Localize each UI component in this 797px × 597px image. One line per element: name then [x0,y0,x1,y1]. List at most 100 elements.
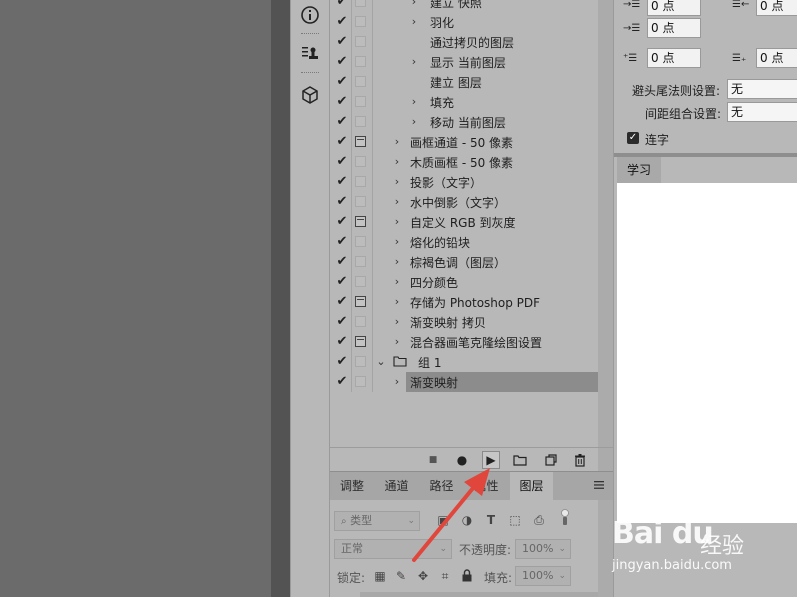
chevron-right-icon[interactable]: › [392,135,402,148]
chevron-right-icon[interactable]: › [409,0,419,8]
toggle-check-icon[interactable]: ✔ [334,234,350,250]
dialog-toggle-icon[interactable] [355,216,366,227]
lock-pixels-brush-icon[interactable]: ✎ [394,569,408,583]
dialog-toggle-icon[interactable] [355,16,366,27]
action-row[interactable]: ✔ › 木质画框 - 50 像素 [330,152,613,172]
toggle-check-icon[interactable]: ✔ [334,214,350,230]
3d-panel-button[interactable] [294,80,326,110]
space-before-field[interactable]: 0 点 [647,48,701,68]
smart-object-filter-icon[interactable]: ⎙ [532,513,546,527]
chevron-right-icon[interactable]: › [392,255,402,268]
toggle-check-icon[interactable]: ✔ [334,274,350,290]
panel-grip[interactable] [301,72,319,75]
dialog-toggle-icon[interactable] [355,196,366,207]
toggle-check-icon[interactable]: ✔ [334,0,350,10]
space-after-field[interactable]: 0 点 [756,48,797,68]
dialog-toggle-icon[interactable] [355,276,366,287]
toggle-check-icon[interactable]: ✔ [334,34,350,50]
action-row[interactable]: ✔ › 自定义 RGB 到灰度 [330,212,613,232]
tab-layers[interactable]: 图层 [510,472,553,500]
action-row[interactable]: ✔ › 混合器画笔克隆绘图设置 [330,332,613,352]
indent-first-line-field[interactable]: 0 点 [647,18,701,38]
dialog-toggle-icon[interactable] [355,0,366,7]
action-row[interactable]: ✔ › 水中倒影（文字） [330,192,613,212]
dialog-toggle-icon[interactable] [355,56,366,67]
action-row[interactable]: ✔ › 建立 快照 [330,0,613,12]
dialog-toggle-icon[interactable] [355,176,366,187]
clone-source-panel-button[interactable] [294,38,326,68]
toggle-check-icon[interactable]: ✔ [334,334,350,350]
tab-learn[interactable]: 学习 [617,157,661,183]
chevron-right-icon[interactable]: › [392,235,402,248]
toggle-check-icon[interactable]: ✔ [334,194,350,210]
toggle-check-icon[interactable]: ✔ [334,14,350,30]
chevron-right-icon[interactable]: › [392,295,402,308]
dialog-toggle-icon[interactable] [355,36,366,47]
toggle-check-icon[interactable]: ✔ [334,54,350,70]
action-row[interactable]: ✔ › 棕褐色调（图层） [330,252,613,272]
lock-all-icon[interactable] [460,569,474,583]
action-row[interactable]: ✔ › 移动 当前图层 [330,112,613,132]
indent-right-field[interactable]: 0 点 [756,0,797,16]
shape-filter-icon[interactable]: ⬚ [508,513,522,527]
filter-toggle-icon[interactable] [558,509,572,525]
action-row[interactable]: ✔ › 渐变映射 [330,372,613,392]
chevron-right-icon[interactable]: › [409,15,419,28]
panel-menu-button[interactable] [592,478,606,492]
chevron-down-icon[interactable]: ⌄ [376,355,386,368]
mojikumi-select[interactable]: 无 [727,102,797,122]
info-panel-button[interactable] [294,0,326,30]
action-row[interactable]: ✔ › 存储为 Photoshop PDF [330,292,613,312]
action-row[interactable]: ✔ 通过拷贝的图层 [330,32,613,52]
chevron-right-icon[interactable]: › [409,115,419,128]
dialog-toggle-icon[interactable] [355,96,366,107]
dialog-toggle-icon[interactable] [355,256,366,267]
chevron-right-icon[interactable]: › [392,155,402,168]
toggle-check-icon[interactable]: ✔ [334,254,350,270]
chevron-right-icon[interactable]: › [392,175,402,188]
toggle-check-icon[interactable]: ✔ [334,314,350,330]
dialog-toggle-icon[interactable] [355,376,366,387]
delete-button[interactable] [571,451,589,469]
layer-row-partial[interactable] [360,592,598,597]
chevron-right-icon[interactable]: › [409,55,419,68]
hyphenate-checkbox[interactable]: ✓ [627,132,639,144]
action-row[interactable]: ✔ ⌄ 组 1 [330,352,613,372]
new-set-button[interactable] [511,451,529,469]
toggle-check-icon[interactable]: ✔ [334,354,350,370]
action-row[interactable]: ✔ › 画框通道 - 50 像素 [330,132,613,152]
lock-artboard-icon[interactable]: ⌗ [438,569,452,583]
new-action-button[interactable] [542,451,560,469]
dialog-toggle-icon[interactable] [355,116,366,127]
toggle-check-icon[interactable]: ✔ [334,134,350,150]
action-row[interactable]: ✔ › 四分颜色 [330,272,613,292]
chevron-right-icon[interactable]: › [392,315,402,328]
action-row[interactable]: ✔ › 羽化 [330,12,613,32]
action-row[interactable]: ✔ › 显示 当前图层 [330,52,613,72]
lock-position-move-icon[interactable]: ✥ [416,569,430,583]
action-row[interactable]: ✔ › 渐变映射 拷贝 [330,312,613,332]
dialog-toggle-icon[interactable] [355,76,366,87]
action-row[interactable]: ✔ › 投影（文字） [330,172,613,192]
chevron-right-icon[interactable]: › [392,195,402,208]
dialog-toggle-icon[interactable] [355,136,366,147]
toggle-check-icon[interactable]: ✔ [334,294,350,310]
kinsoku-select[interactable]: 无 [727,79,797,99]
dialog-toggle-icon[interactable] [355,236,366,247]
action-row[interactable]: ✔ › 填充 [330,92,613,112]
chevron-right-icon[interactable]: › [392,375,402,388]
toggle-check-icon[interactable]: ✔ [334,154,350,170]
panel-grip[interactable] [301,33,319,36]
dialog-toggle-icon[interactable] [355,156,366,167]
dialog-toggle-icon[interactable] [355,296,366,307]
chevron-right-icon[interactable]: › [392,275,402,288]
chevron-right-icon[interactable]: › [392,215,402,228]
action-row[interactable]: ✔ 建立 图层 [330,72,613,92]
dialog-toggle-icon[interactable] [355,336,366,347]
actions-scrollbar[interactable] [598,0,613,447]
chevron-right-icon[interactable]: › [409,95,419,108]
action-row[interactable]: ✔ › 熔化的铅块 [330,232,613,252]
dialog-toggle-icon[interactable] [355,316,366,327]
dialog-toggle-icon[interactable] [355,356,366,367]
fill-field[interactable]: 100% ⌄ [515,566,571,586]
